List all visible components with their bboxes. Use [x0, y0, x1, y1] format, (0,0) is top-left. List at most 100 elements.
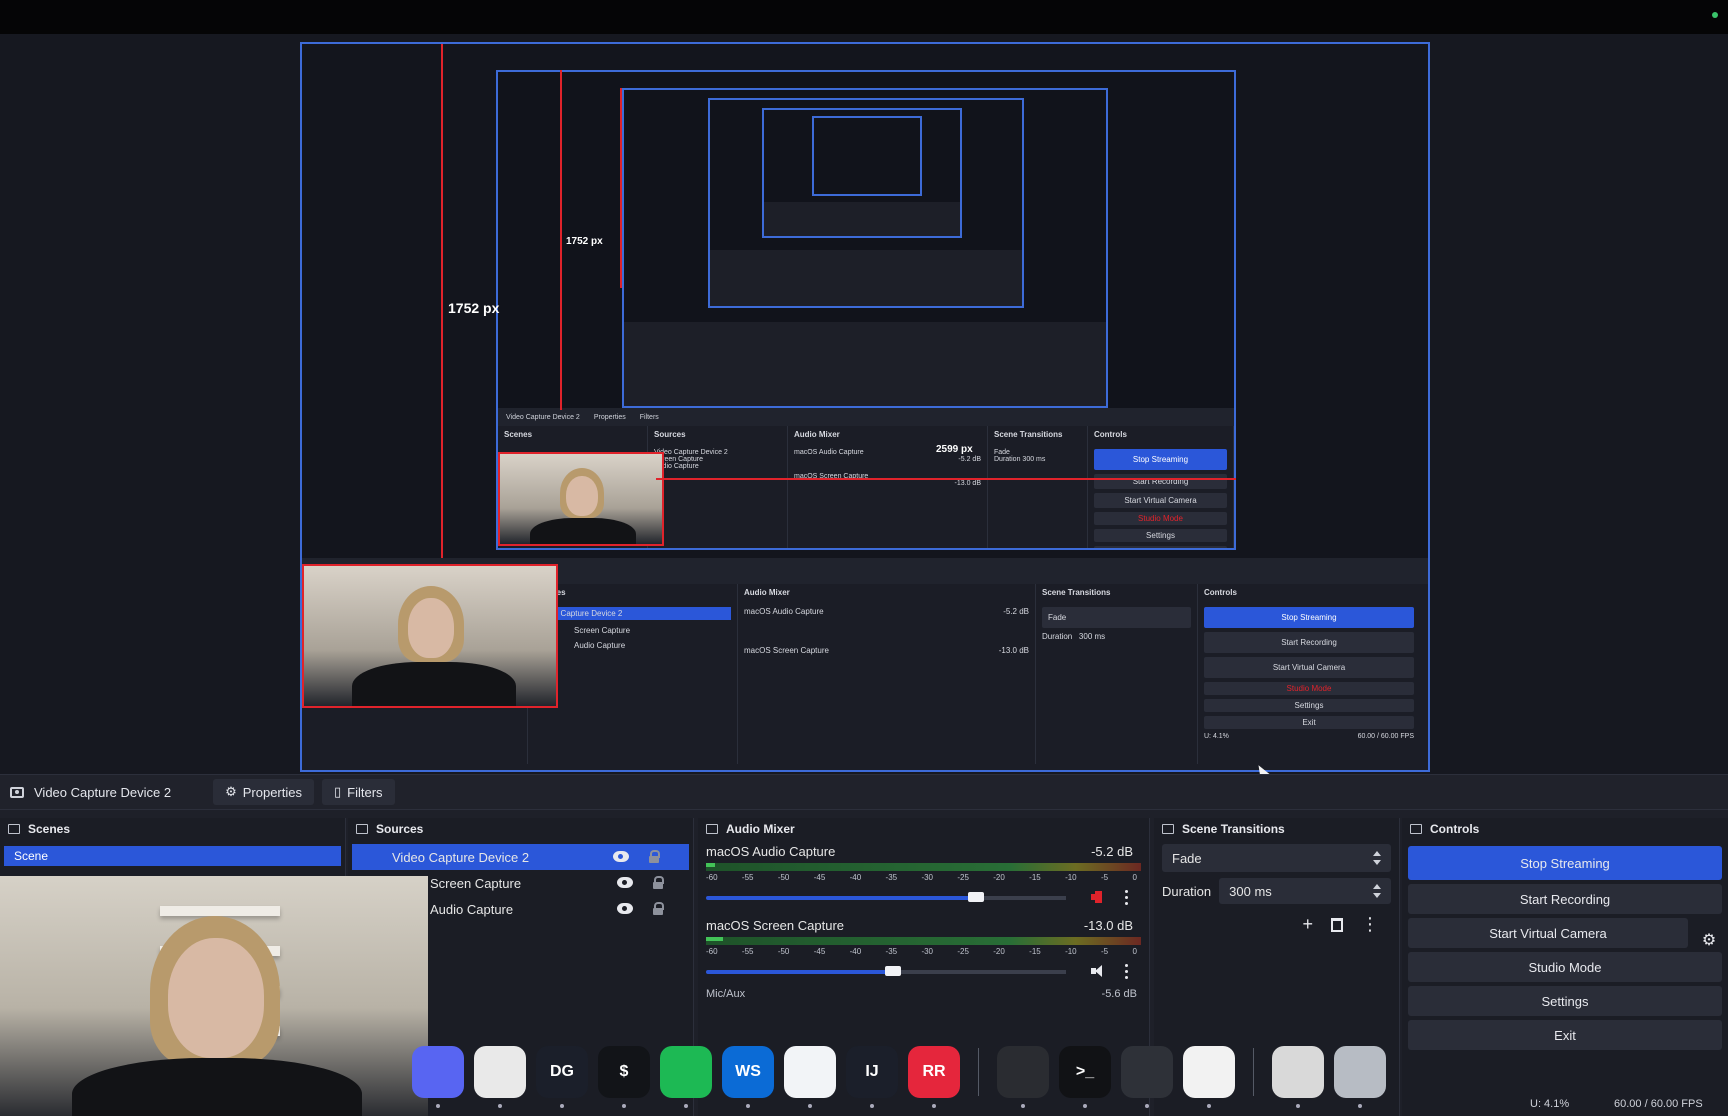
- chatgpt-icon[interactable]: [997, 1046, 1049, 1108]
- settings-button[interactable]: Settings: [1408, 986, 1722, 1016]
- more-icon[interactable]: [1125, 964, 1129, 980]
- exit-button[interactable]: Exit: [1408, 1020, 1722, 1050]
- nested-duration-row: Duration 300 ms: [994, 456, 1046, 463]
- app-label: $: [619, 1063, 629, 1080]
- scene-item[interactable]: Scene: [4, 846, 341, 866]
- obs-icon[interactable]: [1121, 1046, 1173, 1108]
- properties-button[interactable]: ⚙ Properties: [213, 779, 314, 805]
- mixer-channel-mic: Mic/Aux -5.6 dB: [706, 988, 1137, 1000]
- terminal-icon[interactable]: >_: [1059, 1046, 1111, 1108]
- meter-tick: -15: [1029, 873, 1041, 882]
- transitions-header: Scene Transitions: [1154, 818, 1399, 840]
- start-recording-button[interactable]: Start Recording: [1408, 884, 1722, 914]
- meter-tick: -55: [741, 947, 754, 956]
- meter-tick: -60: [706, 873, 718, 882]
- vscode-icon[interactable]: [784, 1046, 836, 1108]
- transition-select[interactable]: Fade: [1162, 844, 1391, 872]
- dock-separator: [978, 1048, 979, 1096]
- nested-transitions: Scene Transitions Fade Duration 300 ms: [988, 426, 1088, 548]
- trash-icon[interactable]: [1334, 1046, 1386, 1108]
- add-icon[interactable]: +: [1302, 914, 1313, 935]
- meter-tick: -45: [813, 873, 826, 882]
- source-item-video-capture[interactable]: Video Capture Device 2: [352, 844, 689, 870]
- meter-tick: -45: [813, 947, 826, 956]
- preview-mix-2: macOS Screen Capture -13.0 dB: [744, 646, 1029, 655]
- nested-start-recording: Start Recording: [1094, 474, 1227, 489]
- meter-ticks: -60 -55 -50 -45 -40 -35 -30 -25 -20 -15 -10 -5 0: [706, 873, 1141, 882]
- meter-tick: -30: [921, 947, 933, 956]
- nested-filters: Filters: [639, 413, 659, 421]
- meter-tick: 0: [1132, 873, 1137, 882]
- preview-area[interactable]: Video Capture Device 2 Properties Filter…: [0, 34, 1728, 785]
- app-label: >_: [1075, 1063, 1095, 1080]
- more-icon[interactable]: [1125, 890, 1129, 906]
- lock-icon[interactable]: [649, 850, 660, 863]
- properties-label: Properties: [242, 784, 302, 800]
- webcam-overlay: [0, 876, 428, 1116]
- chevron-updown-icon: [1373, 851, 1381, 865]
- filters-button[interactable]: ▯ Filters: [321, 779, 395, 805]
- duration-input[interactable]: 300 ms: [1219, 878, 1391, 904]
- studio-mode-button[interactable]: Studio Mode: [1408, 952, 1722, 982]
- meter-tick: -40: [849, 873, 862, 882]
- preview-webcam[interactable]: [302, 564, 558, 708]
- speaker-icon[interactable]: [1091, 890, 1105, 904]
- channel-name: macOS Audio Capture: [706, 844, 836, 859]
- terminal-dollar-icon[interactable]: $: [598, 1046, 650, 1108]
- visibility-eye-icon[interactable]: [617, 903, 633, 914]
- visibility-eye-icon[interactable]: [613, 851, 629, 862]
- speaker-icon[interactable]: [1091, 964, 1105, 978]
- app-label: WS: [735, 1063, 761, 1080]
- virtual-camera-settings-gear-icon[interactable]: ⚙: [1698, 929, 1720, 951]
- nested-mix-1-db: -5.2 dB: [958, 456, 981, 463]
- visibility-eye-icon[interactable]: [617, 877, 633, 888]
- more-icon[interactable]: ⋮: [1361, 914, 1379, 935]
- lock-icon[interactable]: [653, 902, 664, 915]
- start-virtual-camera-button[interactable]: Start Virtual Camera: [1408, 918, 1688, 948]
- nested-studio-mode: Studio Mode: [1094, 512, 1227, 525]
- rustrover-icon[interactable]: RR: [908, 1046, 960, 1108]
- preview-transitions: Scene Transitions Fade Duration 300 ms: [1036, 584, 1198, 764]
- preview-stop-streaming: Stop Streaming: [1204, 607, 1414, 628]
- level-fill: [706, 937, 724, 941]
- dock-icon: [1410, 824, 1422, 834]
- discord-icon[interactable]: [412, 1046, 464, 1108]
- stepper-icon[interactable]: [1373, 884, 1381, 898]
- trash-icon[interactable]: [1331, 918, 1343, 932]
- measure-vertical-label: 1752 px: [448, 300, 500, 316]
- dock-separator: [1253, 1048, 1254, 1096]
- preview-src-3: Audio Capture: [574, 641, 626, 650]
- spotify-icon[interactable]: [660, 1046, 712, 1108]
- nested-controls: Controls Stop Streaming Start Recording …: [1088, 426, 1234, 548]
- chrome-icon[interactable]: [474, 1046, 526, 1108]
- intellij-icon[interactable]: IJ: [846, 1046, 898, 1108]
- stop-streaming-button[interactable]: Stop Streaming: [1408, 846, 1722, 880]
- menu-bar: [0, 0, 1728, 34]
- mixer-channel: macOS Audio Capture -5.2 dB -60 -55 -50 -45-…: [698, 840, 1149, 914]
- nested-src-3: Audio Capture: [654, 463, 699, 470]
- datagrip-icon[interactable]: DG: [536, 1046, 588, 1108]
- webstorm-icon[interactable]: WS: [722, 1046, 774, 1108]
- meter-ticks: -60 -55 -50 -45 -40 -35 -30 -25 -20 -15 -10 -5 0: [706, 947, 1141, 956]
- lock-icon[interactable]: [653, 876, 664, 889]
- filters-label: Filters: [347, 784, 383, 800]
- dock-icon: [1162, 824, 1174, 834]
- preview-virtual-camera: Start Virtual Camera: [1204, 657, 1414, 678]
- status-dot: [1712, 12, 1718, 18]
- preview-start-recording: Start Recording: [1204, 632, 1414, 653]
- volume-slider[interactable]: [706, 892, 1066, 902]
- volume-knob[interactable]: [885, 966, 902, 976]
- nested-src-2: Screen Capture: [654, 456, 704, 463]
- instruments-icon[interactable]: [1183, 1046, 1235, 1108]
- guide-vertical-1: [441, 44, 443, 564]
- volume-slider[interactable]: [706, 966, 1066, 976]
- camera-icon: [10, 786, 24, 798]
- cpu-usage: U: 4.1%: [1530, 1098, 1570, 1110]
- preview-src-1: Video Capture Device 2: [534, 607, 731, 620]
- preview-canvas[interactable]: Video Capture Device 2 Properties Filter…: [300, 42, 1430, 772]
- nested-obs-ui-4: [764, 202, 960, 236]
- document-icon[interactable]: [1272, 1046, 1324, 1108]
- volume-knob[interactable]: [968, 892, 984, 902]
- level-meter: [706, 863, 1141, 871]
- channel-db: -13.0 dB: [1083, 918, 1133, 933]
